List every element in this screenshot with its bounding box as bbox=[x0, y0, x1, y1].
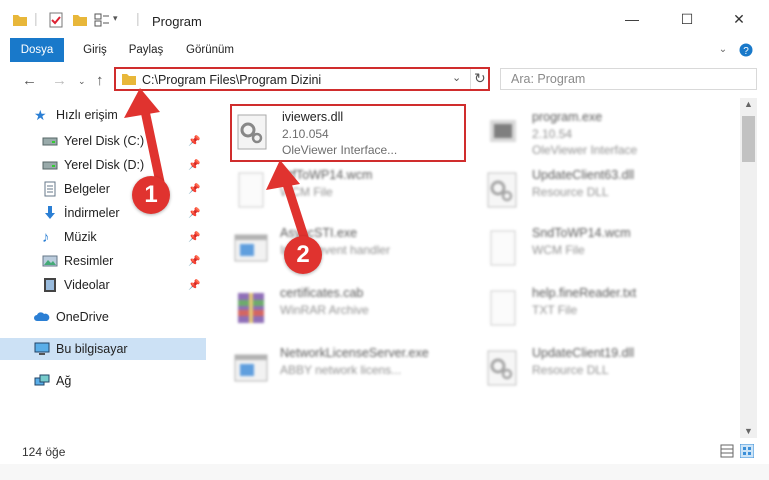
step-badge-1: 1 bbox=[132, 176, 170, 214]
arrow-1 bbox=[124, 88, 165, 187]
step-badge-2: 2 bbox=[284, 236, 322, 274]
annotation-arrows bbox=[124, 88, 310, 245]
arrow-2 bbox=[266, 160, 310, 245]
